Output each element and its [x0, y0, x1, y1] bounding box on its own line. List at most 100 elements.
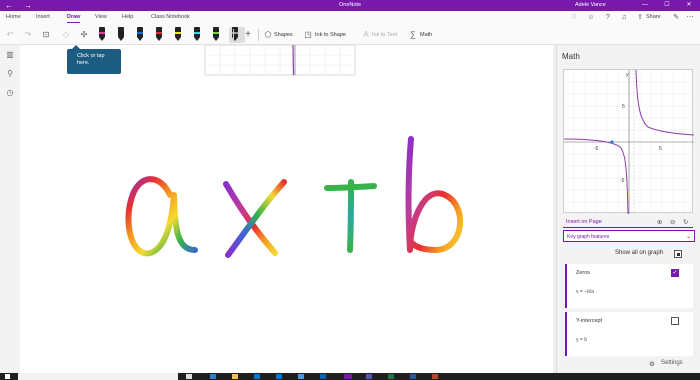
math-icon[interactable]: ∑	[407, 29, 419, 41]
pen-3[interactable]	[134, 27, 146, 43]
shapes-button[interactable]: Shapes	[274, 32, 293, 38]
word-icon[interactable]	[410, 374, 416, 379]
ink-letter-a[interactable]	[125, 176, 198, 257]
y-intercept-checkbox[interactable]	[671, 317, 679, 325]
pen-4[interactable]	[153, 27, 165, 43]
pen-7[interactable]	[210, 27, 222, 43]
onenote-icon[interactable]	[344, 374, 352, 379]
tooltip-callout[interactable]: Click or tap here.	[67, 45, 121, 74]
insert-row: Insert on Page ⊕ ⊖ ↻	[563, 216, 693, 228]
math-button[interactable]: Math	[420, 32, 432, 38]
ink-plus-sign[interactable]	[324, 179, 377, 253]
redo-icon[interactable]: ↷	[22, 29, 34, 41]
divider	[233, 29, 234, 41]
math-panel: Math y -5 5 5 -5 Insert on Page ⊕ ⊖ ↻ Ke…	[556, 45, 700, 373]
shapes-icon[interactable]: ⬠	[262, 29, 274, 41]
tab-draw[interactable]: Draw	[67, 14, 81, 23]
ink-to-text-icon[interactable]: A	[360, 29, 372, 41]
settings-button[interactable]: Settings	[661, 360, 683, 366]
y-tick-label: 5	[622, 104, 625, 110]
tab-view[interactable]: View	[95, 14, 107, 20]
lasso-select-icon[interactable]: ⊡	[40, 29, 52, 41]
feature-card-y-intercept[interactable]: Y-intercept y = b	[565, 312, 693, 356]
store-icon[interactable]	[254, 374, 260, 379]
graph-preview[interactable]: y -5 5 5 -5	[563, 69, 695, 215]
ink-to-shape-button[interactable]: Ink to Shape	[315, 32, 346, 38]
pen-tip	[118, 37, 124, 41]
insert-on-page-button[interactable]: Insert on Page	[566, 219, 602, 225]
zeros-checkbox[interactable]: ✓	[671, 269, 679, 277]
pen-color-swatch	[175, 32, 181, 34]
ink-to-shape-icon[interactable]: ◳	[302, 29, 314, 41]
file-explorer-icon[interactable]	[232, 374, 238, 379]
feature-name: Zeros	[576, 270, 591, 276]
pen-6[interactable]	[191, 27, 203, 43]
windows-taskbar	[0, 373, 700, 380]
tab-home[interactable]: Home	[6, 14, 21, 20]
user-name[interactable]: Adele Vance	[575, 0, 606, 11]
title-bar: ← → OneNote Adele Vance — ☐ ✕	[0, 0, 700, 11]
pen-1[interactable]	[96, 27, 108, 43]
gear-icon[interactable]: ⚙	[649, 360, 655, 368]
search-icon[interactable]: ⚲	[4, 69, 16, 81]
tab-insert[interactable]: Insert	[36, 14, 50, 20]
draw-toolbar: ↶ ↷ ⊡ ◇ ✣ + ⬠ Shapes ◳ Ink to Shape A In…	[0, 25, 700, 45]
outlook-icon[interactable]	[320, 374, 326, 379]
x-tick-label: -5	[594, 146, 599, 152]
pen-color-swatch	[156, 32, 162, 34]
app-icon[interactable]	[298, 374, 304, 379]
help-icon[interactable]: ?	[602, 12, 614, 24]
tab-help[interactable]: Help	[122, 14, 133, 20]
refresh-icon[interactable]: ↻	[683, 218, 688, 226]
mail-icon[interactable]	[276, 374, 282, 379]
zoom-out-icon[interactable]: ⊖	[670, 218, 675, 226]
show-all-checkbox[interactable]	[674, 250, 682, 258]
maximize-button[interactable]: ☐	[660, 0, 674, 11]
more-icon[interactable]: ⋯	[684, 12, 696, 24]
tab-class-notebook[interactable]: Class Notebook	[151, 14, 190, 20]
zoom-in-icon[interactable]: ⊕	[657, 218, 662, 226]
pen-5[interactable]	[172, 27, 184, 43]
add-pen-icon[interactable]: +	[242, 29, 254, 41]
add-space-icon[interactable]: ✣	[78, 29, 90, 41]
pen-color-swatch	[213, 32, 219, 34]
eraser-icon[interactable]: ◇	[60, 29, 72, 41]
windows-start-icon[interactable]	[5, 374, 10, 379]
ink-to-text-button[interactable]: Ink to Text	[372, 32, 397, 38]
ink-letter-b[interactable]	[405, 136, 464, 253]
task-view-icon[interactable]	[186, 374, 192, 379]
accessibility-icon[interactable]: ☺	[585, 12, 597, 24]
math-panel-title: Math	[562, 52, 580, 61]
taskbar-search-box[interactable]	[18, 373, 178, 380]
feature-name: Y-intercept	[576, 318, 603, 324]
minimize-button[interactable]: —	[638, 0, 652, 11]
undo-icon[interactable]: ↶	[4, 29, 16, 41]
y-tick-label: -5	[620, 178, 625, 184]
share-icon[interactable]: ⇪	[634, 12, 646, 24]
dropdown-label: Key graph features	[567, 234, 610, 240]
lightbulb-icon[interactable]: ♢	[568, 12, 580, 24]
pen-color-swatch	[137, 32, 143, 34]
close-button[interactable]: ✕	[682, 0, 696, 11]
note-canvas[interactable]	[20, 45, 556, 373]
feature-card-zeros[interactable]: Zeros ✓ x = −b/a	[565, 264, 693, 308]
pen-tip	[137, 37, 143, 41]
pen-color-swatch	[99, 32, 105, 34]
inserted-graph[interactable]	[204, 45, 356, 76]
excel-icon[interactable]	[388, 374, 394, 379]
feature-value: y = b	[576, 337, 587, 343]
x-tick-label: 5	[659, 146, 662, 152]
ink-drawing	[125, 45, 464, 258]
share-button[interactable]: Share	[646, 14, 661, 20]
recent-icon[interactable]: ◷	[4, 88, 16, 100]
bell-icon[interactable]: ♫	[618, 12, 630, 24]
left-sidebar: ▥ ⚲ ◷	[0, 45, 20, 380]
teams-icon[interactable]	[366, 374, 372, 379]
comment-icon[interactable]: ✎	[670, 12, 682, 24]
powerpoint-icon[interactable]	[432, 374, 438, 379]
edge-icon[interactable]	[210, 374, 216, 379]
ink-letter-x[interactable]	[223, 179, 287, 258]
key-features-dropdown[interactable]: Key graph features ⌄	[563, 230, 695, 242]
notebooks-icon[interactable]: ▥	[4, 50, 16, 62]
pen-2[interactable]	[115, 27, 127, 43]
